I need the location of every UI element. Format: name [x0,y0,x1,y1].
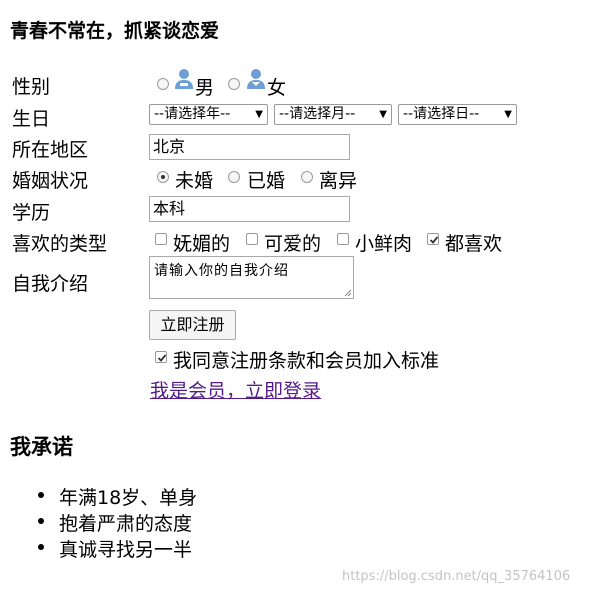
chevron-down-icon: ▼ [379,109,387,120]
chevron-down-icon: ▼ [504,109,512,120]
gender-label: 性别 [12,76,51,98]
type-all-label: 都喜欢 [445,233,503,255]
marital-divorced-radio[interactable] [301,171,313,183]
checkmark-icon [157,354,167,362]
gender-female-label: 女 [267,77,287,99]
promise-item: 真诚寻找另一半 [59,539,193,561]
intro-textarea[interactable]: 请输入你的自我介绍 [149,256,354,299]
chevron-down-icon: ▼ [255,109,263,120]
region-input[interactable]: 北京 [149,134,350,160]
marital-married-label: 已婚 [247,170,286,192]
marital-label: 婚姻状况 [12,170,89,192]
year-select[interactable]: --请选择年-- ▼ [149,104,268,125]
marital-single-label: 未婚 [175,170,214,192]
gender-female-radio[interactable] [228,78,240,90]
promise-item: 抱着严肃的态度 [59,513,193,535]
agree-terms-checkbox[interactable] [155,351,167,363]
type-cute-checkbox[interactable] [246,233,258,245]
checkmark-icon [429,236,439,244]
month-select[interactable]: --请选择月-- ▼ [274,104,392,125]
type-cute-label: 可爱的 [264,233,322,255]
education-input[interactable]: 本科 [149,196,350,222]
type-charming-label: 妩媚的 [173,233,231,255]
day-select-value: --请选择日-- [403,106,480,122]
type-all-checkbox[interactable] [427,233,439,245]
marital-divorced-label: 离异 [319,170,358,192]
agree-terms-label: 我同意注册条款和会员加入标准 [173,350,440,372]
register-button[interactable]: 立即注册 [149,310,236,340]
bullet-icon [38,544,44,550]
region-label: 所在地区 [12,139,89,161]
type-charming-checkbox[interactable] [155,233,167,245]
type-young-checkbox[interactable] [337,233,349,245]
preferred-type-label: 喜欢的类型 [12,233,108,255]
year-select-value: --请选择年-- [154,106,231,122]
page-title: 青春不常在，抓紧谈恋爱 [10,20,220,42]
resize-handle-icon[interactable] [343,288,352,297]
female-user-icon [246,68,266,90]
bullet-icon [38,518,44,524]
day-select[interactable]: --请选择日-- ▼ [398,104,517,125]
education-label: 学历 [12,202,51,224]
male-user-icon [174,68,194,90]
promise-item: 年满18岁、单身 [59,487,198,509]
intro-textarea-value: 请输入你的自我介绍 [154,263,289,279]
type-young-label: 小鲜肉 [355,233,413,255]
watermark: https://blog.csdn.net/qq_35764106 [342,569,571,584]
intro-label: 自我介绍 [12,273,89,295]
promise-title: 我承诺 [10,435,73,459]
gender-male-radio[interactable] [157,78,169,90]
bullet-icon [38,492,44,498]
marital-married-radio[interactable] [228,171,240,183]
gender-male-label: 男 [195,77,215,99]
login-link[interactable]: 我是会员，立即登录 [150,376,321,403]
birthday-label: 生日 [12,108,51,130]
marital-single-radio[interactable] [157,171,169,183]
month-select-value: --请选择月-- [279,106,356,122]
